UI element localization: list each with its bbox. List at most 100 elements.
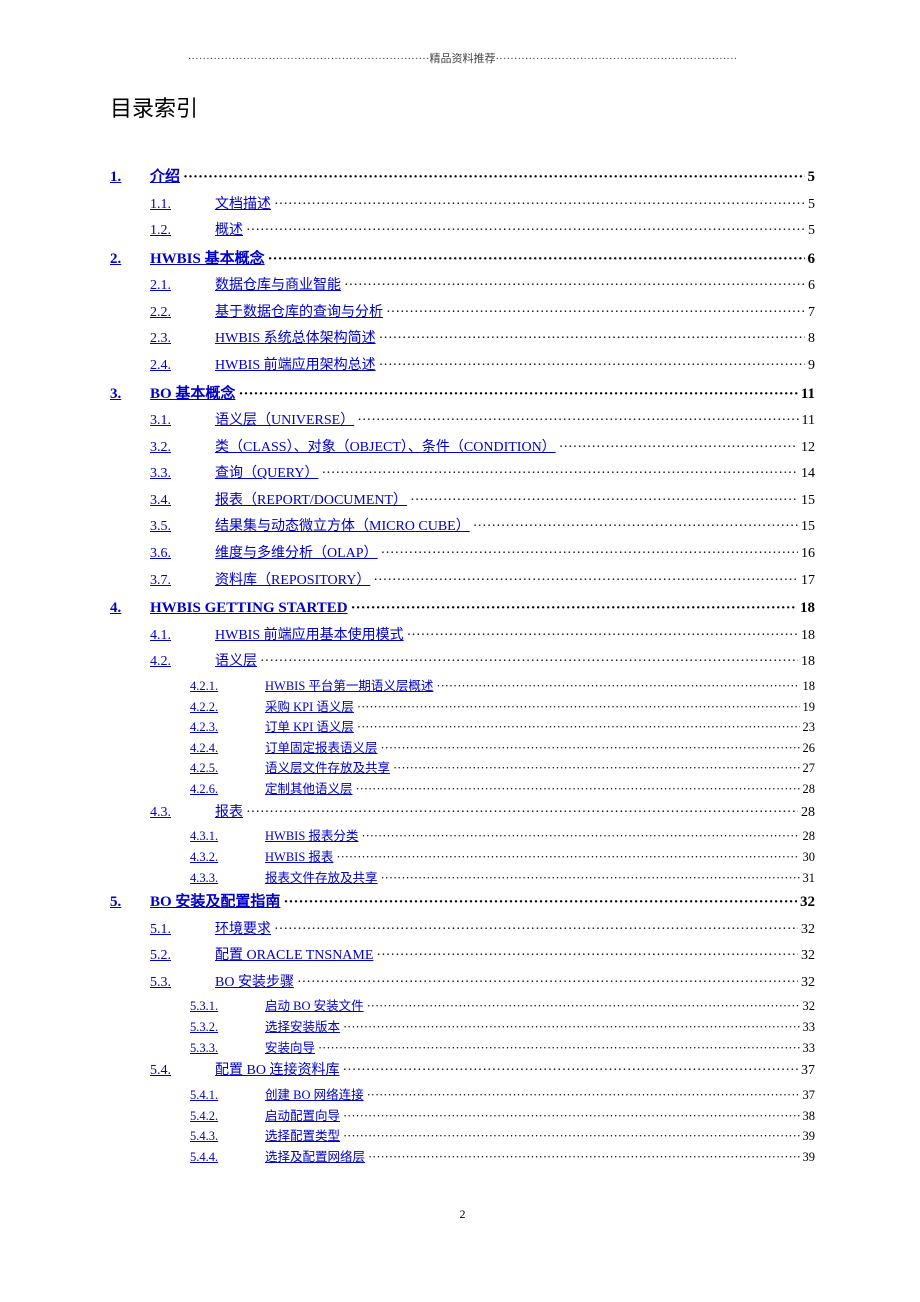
toc-entry-number[interactable]: 3.6. (150, 541, 215, 568)
toc-entry-number[interactable]: 3.1. (150, 408, 215, 435)
toc-entry-number[interactable]: 4.2.2. (190, 697, 265, 718)
toc-entry-label[interactable]: 语义层文件存放及共享 (265, 758, 390, 779)
toc-entry-label[interactable]: HWBIS 报表分类 (265, 826, 358, 847)
toc-entry-page: 28 (801, 800, 815, 827)
toc-entry-number[interactable]: 4.2.3. (190, 717, 265, 738)
toc-entry-label[interactable]: HWBIS 平台第一期语义层概述 (265, 676, 433, 697)
toc-entry-number[interactable]: 4.3.3. (190, 868, 265, 889)
toc-entry-number[interactable]: 1.1. (150, 192, 215, 219)
toc-entry-label[interactable]: BO 安装步骤 (215, 970, 294, 997)
toc-entry: 1.介绍5 (110, 163, 815, 192)
toc-entry-label[interactable]: 结果集与动态微立方体（MICRO CUBE） (215, 514, 470, 541)
toc-entry-label[interactable]: HWBIS 报表 (265, 847, 333, 868)
toc-entry-label[interactable]: HWBIS 系统总体架构简述 (215, 326, 376, 353)
toc-entry-number[interactable]: 5.4.4. (190, 1147, 265, 1168)
toc-entry-label[interactable]: BO 基本概念 (150, 380, 235, 409)
toc-entry-label[interactable]: 订单固定报表语义层 (265, 738, 378, 759)
toc-entry-number[interactable]: 2.4. (150, 353, 215, 380)
toc-entry-number[interactable]: 4.3.2. (190, 847, 265, 868)
toc-entry-page: 7 (808, 300, 815, 327)
toc-leader-dots (351, 594, 797, 623)
toc-entry-label[interactable]: 环境要求 (215, 917, 271, 944)
toc-entry-number[interactable]: 5.4.2. (190, 1106, 265, 1127)
toc-entry-number[interactable]: 5.3.2. (190, 1017, 265, 1038)
toc-entry-page: 11 (801, 380, 815, 409)
toc-entry-number[interactable]: 5.4.3. (190, 1126, 265, 1147)
toc-entry-label[interactable]: 安装向导 (265, 1038, 315, 1059)
toc-entry-number[interactable]: 2. (110, 245, 150, 274)
toc-entry-label[interactable]: 类（CLASS）、对象（OBJECT）、条件（CONDITION） (215, 435, 556, 462)
toc-leader-dots (343, 1106, 799, 1127)
toc-entry: 3.6.维度与多维分析（OLAP）16 (150, 541, 815, 568)
toc-entry-number[interactable]: 5. (110, 888, 150, 917)
toc-entry-label[interactable]: 介绍 (150, 163, 180, 192)
toc-entry-number[interactable]: 4.2.5. (190, 758, 265, 779)
toc-entry-label[interactable]: HWBIS GETTING STARTED (150, 594, 348, 623)
toc-leader-dots (410, 488, 798, 515)
toc-entry-label[interactable]: 资料库（REPOSITORY） (215, 568, 370, 595)
toc-entry-number[interactable]: 5.4.1. (190, 1085, 265, 1106)
toc-entry-page: 33 (803, 1038, 816, 1059)
toc-entry-number[interactable]: 5.3.3. (190, 1038, 265, 1059)
toc-entry-label[interactable]: HWBIS 基本概念 (150, 245, 265, 274)
toc-entry-label[interactable]: 查询（QUERY） (215, 461, 318, 488)
toc-entry-label[interactable]: 报表文件存放及共享 (265, 868, 378, 889)
toc-entry-page: 5 (808, 218, 815, 245)
toc-entry-number[interactable]: 5.2. (150, 943, 215, 970)
toc-entry-page: 28 (803, 779, 816, 800)
toc-entry-number[interactable]: 4.2.1. (190, 676, 265, 697)
toc-entry-page: 18 (800, 594, 815, 623)
toc-entry-label[interactable]: 配置 BO 连接资料库 (215, 1058, 339, 1085)
toc-entry-page: 27 (803, 758, 816, 779)
toc-entry-label[interactable]: 报表 (215, 800, 243, 827)
toc-entry-number[interactable]: 4.1. (150, 623, 215, 650)
toc-entry: 5.4.4.选择及配置网络层39 (190, 1147, 815, 1168)
toc-entry-number[interactable]: 2.1. (150, 273, 215, 300)
toc-entry-number[interactable]: 4.2. (150, 649, 215, 676)
toc-entry-label[interactable]: 概述 (215, 218, 243, 245)
toc-entry-label[interactable]: 选择配置类型 (265, 1126, 340, 1147)
toc-entry-label[interactable]: 报表（REPORT/DOCUMENT） (215, 488, 407, 515)
toc-entry-label[interactable]: 启动 BO 安装文件 (265, 996, 364, 1017)
toc-entry-number[interactable]: 5.3.1. (190, 996, 265, 1017)
toc-entry-number[interactable]: 3.5. (150, 514, 215, 541)
toc-entry-number[interactable]: 5.4. (150, 1058, 215, 1085)
toc-entry-number[interactable]: 3.4. (150, 488, 215, 515)
toc-entry-page: 19 (803, 697, 816, 718)
toc-entry-label[interactable]: BO 安装及配置指南 (150, 888, 280, 917)
toc-entry-number[interactable]: 3.3. (150, 461, 215, 488)
toc-entry-label[interactable]: 配置 ORACLE TNSNAME (215, 943, 373, 970)
toc-entry-number[interactable]: 1.2. (150, 218, 215, 245)
toc-entry-number[interactable]: 3.7. (150, 568, 215, 595)
toc-entry-number[interactable]: 1. (110, 163, 150, 192)
toc-entry-number[interactable]: 2.2. (150, 300, 215, 327)
toc-entry-number[interactable]: 5.3. (150, 970, 215, 997)
toc-entry-number[interactable]: 4.3. (150, 800, 215, 827)
toc-entry-number[interactable]: 5.1. (150, 917, 215, 944)
toc-entry-label[interactable]: 语义层（UNIVERSE） (215, 408, 354, 435)
toc-entry-label[interactable]: 启动配置向导 (265, 1106, 340, 1127)
toc-entry-number[interactable]: 3.2. (150, 435, 215, 462)
toc-entry-label[interactable]: HWBIS 前端应用基本使用模式 (215, 623, 404, 650)
toc-entry-label[interactable]: 语义层 (215, 649, 257, 676)
toc-entry-label[interactable]: 基于数据仓库的查询与分析 (215, 300, 383, 327)
toc-entry-number[interactable]: 4. (110, 594, 150, 623)
toc-entry-label[interactable]: 定制其他语义层 (265, 779, 353, 800)
toc-entry-label[interactable]: 选择及配置网络层 (265, 1147, 365, 1168)
toc-entry-page: 15 (801, 514, 815, 541)
toc-entry-number[interactable]: 3. (110, 380, 150, 409)
toc-entry-label[interactable]: 订单 KPI 语义层 (265, 717, 354, 738)
toc-entry-number[interactable]: 2.3. (150, 326, 215, 353)
toc-entry-number[interactable]: 4.3.1. (190, 826, 265, 847)
toc-entry-page: 18 (801, 623, 815, 650)
toc-entry-number[interactable]: 4.2.6. (190, 779, 265, 800)
table-of-contents: 1.介绍51.1.文档描述51.2.概述52.HWBIS 基本概念62.1.数据… (110, 163, 815, 1167)
toc-entry-label[interactable]: 数据仓库与商业智能 (215, 273, 341, 300)
toc-entry-number[interactable]: 4.2.4. (190, 738, 265, 759)
toc-entry-label[interactable]: 选择安装版本 (265, 1017, 340, 1038)
toc-entry-label[interactable]: 维度与多维分析（OLAP） (215, 541, 378, 568)
toc-entry-label[interactable]: HWBIS 前端应用架构总述 (215, 353, 376, 380)
toc-entry-label[interactable]: 创建 BO 网络连接 (265, 1085, 364, 1106)
toc-entry-label[interactable]: 文档描述 (215, 192, 271, 219)
toc-entry-label[interactable]: 采购 KPI 语义层 (265, 697, 354, 718)
